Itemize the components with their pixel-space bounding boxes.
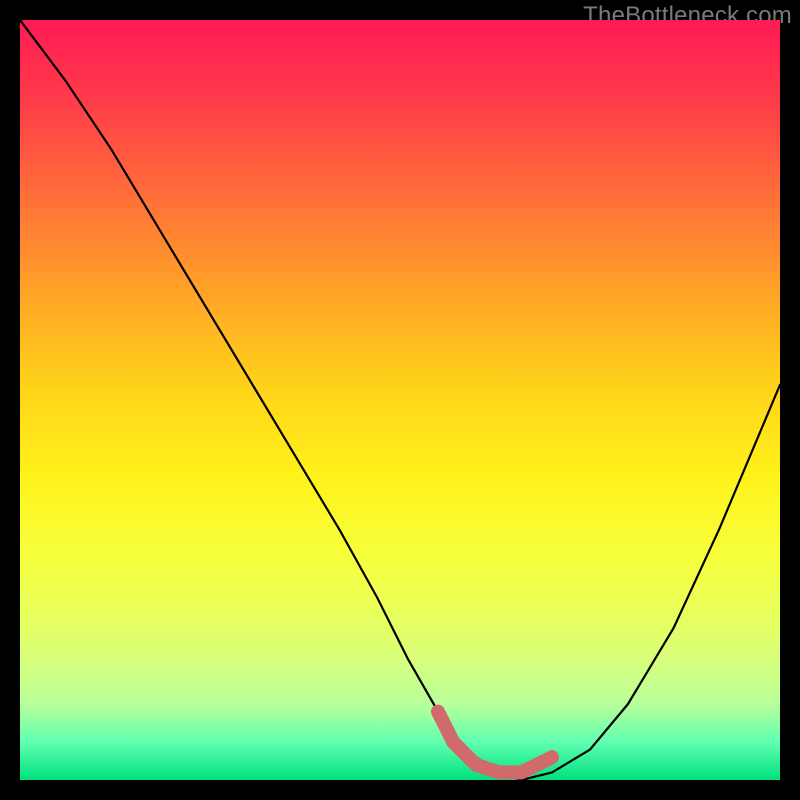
chart-svg — [20, 20, 780, 780]
chart-plot-area — [20, 20, 780, 780]
highlight-segment — [438, 712, 552, 773]
bottleneck-curve — [20, 20, 780, 780]
highlight-dot — [432, 706, 444, 718]
chart-frame: TheBottleneck.com — [0, 0, 800, 800]
